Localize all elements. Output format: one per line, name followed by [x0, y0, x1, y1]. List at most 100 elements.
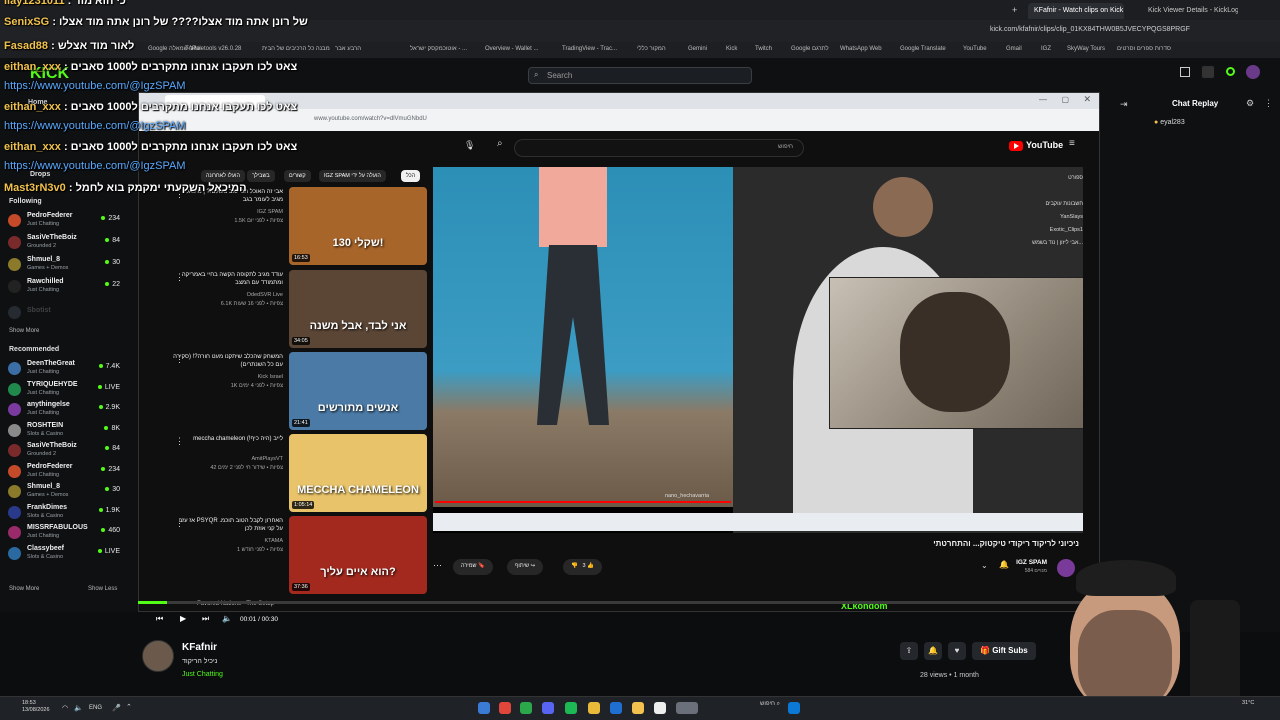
sidebar-recommended-item[interactable]: TYRIQUEHYDE Just Chatting LIVE [8, 381, 120, 399]
bookmark-item[interactable]: Google Translate [900, 46, 946, 52]
sidebar-recommended-item[interactable]: FrankDimes Slots & Casino 1.9K [8, 504, 120, 522]
save-button[interactable]: שמירה 🔖 [453, 559, 493, 575]
taskbar-clock[interactable]: 18:53 13/08/2026 [22, 700, 50, 714]
share-icon[interactable]: ⇪ [900, 642, 918, 660]
youtube-search-input[interactable]: חיפוש [514, 139, 804, 157]
play-icon[interactable]: ▶ [180, 614, 186, 623]
bookmark-item[interactable]: WhatsApp Web [840, 46, 882, 52]
recommended-video[interactable]: ⋮ אבי זה האוכל הכי טוב בעולם!? | מיכאל מג… [167, 187, 427, 267]
app-icon-9[interactable] [654, 702, 666, 714]
outer-tab-kicklogs[interactable]: Kick Viewer Details - KickLogs [1142, 3, 1238, 19]
bookmark-item[interactable]: Gemini [688, 46, 707, 52]
like-dislike-group[interactable]: 👎 3 👍 [563, 559, 602, 575]
discord-icon[interactable] [542, 702, 554, 714]
share-button[interactable]: שיתוף ↪ [507, 559, 544, 575]
clips-icon[interactable] [1202, 66, 1214, 78]
layout-icon[interactable] [1180, 67, 1190, 77]
heart-icon[interactable]: ♥ [948, 642, 966, 660]
speaker-icon[interactable]: 🔈 [74, 704, 83, 712]
recommended-video[interactable]: ⋮ אז עזב PSYQR האחרון לקבל הטוב תוכמ. על … [167, 516, 427, 596]
maximize-icon[interactable]: ▢ [1061, 95, 1069, 104]
show-more-recommended[interactable]: Show More [9, 586, 39, 592]
bookmark-item[interactable]: Twitch [755, 46, 772, 52]
streamer-avatar[interactable] [142, 640, 174, 672]
recommended-video[interactable]: ⋮ עודד מגיב לתקופה הקשה בחיי באמריקה ומתמ… [167, 270, 427, 350]
bookmark-item[interactable]: TradingView - Trac... [562, 46, 617, 52]
outer-tab-kick-clip[interactable]: KFafnir - Watch clips on Kick [1028, 3, 1124, 19]
more-actions-icon[interactable]: ⋯ [433, 560, 442, 571]
sidebar-recommended-item[interactable]: PedroFederer Just Chatting 234 [8, 463, 120, 481]
bookmark-item[interactable]: SkyWay Tours [1067, 46, 1105, 52]
streamer-name[interactable]: KFafnir [182, 642, 217, 653]
chip-related[interactable]: קשורים [284, 170, 311, 182]
sidebar-recommended-item[interactable]: SasiVeTheBoiz Grounded 2 84 [8, 442, 120, 460]
recommended-video[interactable]: ⋮ המשחק שהכלב שיתקנו מעט חורה?! (סקירה עם… [167, 352, 427, 432]
chrome-icon[interactable] [588, 702, 600, 714]
bell-icon[interactable]: 🔔 [999, 560, 1009, 569]
mini-list-item[interactable]: אבי ליזון | נוד בשמש... [1003, 240, 1083, 246]
mini-list-item[interactable]: ספורט [1003, 175, 1083, 181]
sidebar-following-item[interactable]: SasiVeTheBoiz Grounded 2 84 [8, 234, 120, 252]
video-progress-bar[interactable] [435, 501, 731, 503]
inner-url-text[interactable]: www.youtube.com/watch?v=dlVmuGNbdU [314, 116, 427, 122]
rec-video-thumbnail[interactable]: 130 שקלי! 16:53 [289, 187, 427, 265]
menu-icon[interactable]: ≡ [1069, 138, 1075, 149]
bookmark-item[interactable]: Google לתרגם [791, 46, 829, 52]
clip-category[interactable]: Just Chatting [182, 671, 223, 678]
close-icon[interactable]: ✕ [1083, 94, 1091, 105]
bookmark-item[interactable]: סדרות ספרים וסרטים [1117, 46, 1171, 52]
app-icon-7[interactable] [610, 702, 622, 714]
recommended-video[interactable]: ⋮ meccha chameleon לייב (היה כיף!) AmitPla… [167, 434, 427, 514]
show-more-following[interactable]: Show More [9, 328, 39, 334]
windows-start-icon[interactable] [788, 702, 800, 714]
rec-video-thumbnail[interactable]: אנשים מתורשים 21:41 [289, 352, 427, 430]
clip-progress-bar[interactable] [138, 601, 1100, 604]
bookmark-item[interactable]: Overview - Wallet ... [485, 46, 538, 52]
mic-icon[interactable]: 🎙 [464, 140, 475, 151]
spotify-icon[interactable] [565, 702, 577, 714]
bookmark-item[interactable]: Gmail [1006, 46, 1022, 52]
bookmark-item[interactable]: Paletools v26.0.28 [192, 46, 241, 52]
sidebar-following-item[interactable]: Rawchilled Just Chatting 22 [8, 278, 120, 296]
sidebar-recommended-item[interactable]: MISSRFABULOUS Just Chatting 460 [8, 524, 120, 542]
status-icon[interactable] [1226, 67, 1235, 76]
bookmark-item[interactable]: YouTube [963, 46, 987, 52]
wifi-icon[interactable]: ◠ [62, 704, 68, 712]
prev-icon[interactable]: ⏮ [156, 614, 163, 624]
chip-igz-spam[interactable]: IGZ SPAM הועלה על ידי [319, 170, 386, 182]
search-icon[interactable]: ⌕ [497, 138, 503, 149]
gift-subs-button[interactable]: 🎁 Gift Subs [972, 642, 1036, 660]
chat-settings-icon[interactable]: ⚙ [1246, 98, 1254, 109]
minimize-icon[interactable]: — [1039, 95, 1047, 104]
volume-icon[interactable]: 🔈 [222, 614, 232, 623]
rec-video-thumbnail[interactable]: אני לבד, אבל משנה 34:05 [289, 270, 427, 348]
bookmark-item[interactable]: IGZ [1041, 46, 1051, 52]
folder-icon[interactable] [632, 702, 644, 714]
app-icon-2[interactable] [499, 702, 511, 714]
sidebar-following-item[interactable]: Shmuel_8 Games + Demos 30 [8, 256, 120, 274]
overlay-chat-link[interactable]: https://www.youtube.com/@IgzSPAM [4, 120, 186, 132]
app-icon-1[interactable] [478, 702, 490, 714]
overlay-chat-link[interactable]: https://www.youtube.com/@IgzSPAM [4, 160, 186, 172]
mini-list-item[interactable]: Exotic_Clips1 [1003, 227, 1083, 233]
sidebar-recommended-item[interactable]: Shmuel_8 Games + Demos 30 [8, 483, 120, 501]
sidebar-recommended-item[interactable]: DeenTheGreat Just Chatting 7.4K [8, 360, 120, 378]
sidebar-drops[interactable]: Drops [30, 171, 50, 178]
youtube-player[interactable]: nano_hechavarria ספורט חשבונות עוקבים Ya… [433, 167, 1083, 533]
mini-list-item[interactable]: YanSlays [1003, 214, 1083, 220]
outer-url-text[interactable]: kick.com/kfafnir/clips/clip_01KX84THW0B5… [990, 26, 1190, 33]
taskbar-language[interactable]: ENG [89, 705, 102, 711]
kick-search-input[interactable]: ⌕ Search [528, 67, 752, 84]
bell-icon[interactable]: 🔔 [924, 642, 942, 660]
bookmark-item[interactable]: המקור כללי [637, 46, 666, 52]
show-less-recommended[interactable]: Show Less [88, 586, 117, 592]
youtube-logo[interactable]: YouTube [1009, 140, 1063, 151]
chip-all[interactable]: הכל [401, 170, 421, 182]
app-icon-10[interactable] [676, 702, 698, 714]
chip-for-you[interactable]: בשבילך [247, 170, 275, 182]
rec-video-thumbnail[interactable]: MECCHA CHAMELEON 1:05:14 [289, 434, 427, 512]
sidebar-recommended-item[interactable]: ROSHTEIN Slots & Casino 8K [8, 422, 120, 440]
taskbar-search[interactable]: חיפוש ⌕ [742, 701, 780, 716]
bookmark-item[interactable]: מבנה כל הרכיבים של הבית [262, 46, 330, 52]
chevron-up-icon[interactable]: ⌃ [126, 703, 132, 711]
